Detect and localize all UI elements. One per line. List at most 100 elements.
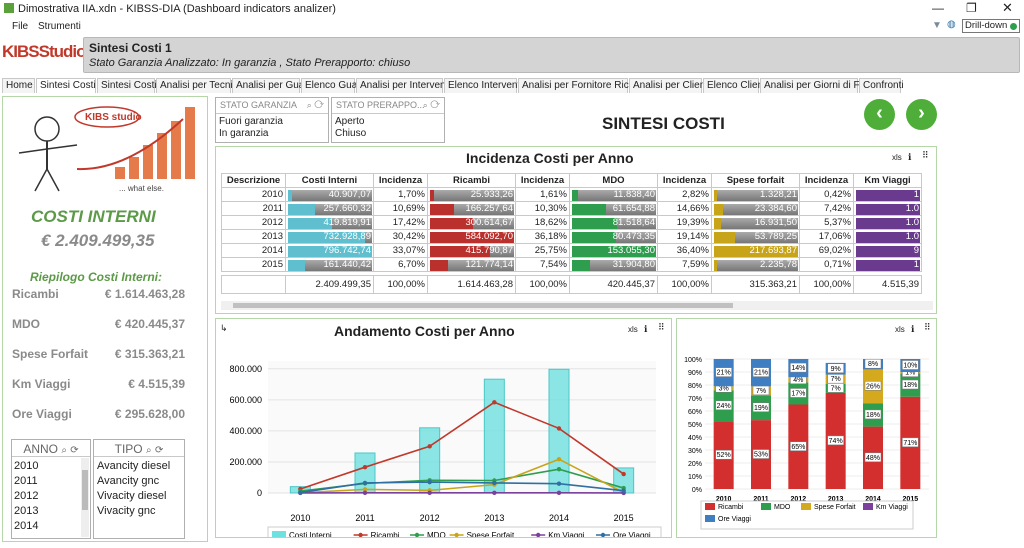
bar-value: 81.518,64 xyxy=(612,216,655,228)
refresh-icon: ⟳ xyxy=(154,445,164,456)
table-header[interactable]: Incidenza xyxy=(515,173,570,188)
tipo-item[interactable]: Avancity gnc xyxy=(97,474,181,489)
riepilogo-title: Riepilogo Costi Interni: xyxy=(30,270,162,284)
legend-label: Ore Viaggi xyxy=(718,516,751,523)
anno-list: 2010 2011 2012 2013 2014 xyxy=(12,457,90,536)
close-button[interactable]: ✕ xyxy=(1002,0,1013,16)
stato-prerapporto-filter[interactable]: STATO PRERAPPO... ⌕ ⟳ Aperto Chiuso xyxy=(331,97,445,143)
xls-export-button[interactable]: xls xyxy=(628,325,638,334)
xls-export-button[interactable]: xls xyxy=(895,325,905,334)
legend-swatch xyxy=(705,515,715,522)
menu-strumenti[interactable]: Strumenti xyxy=(38,21,81,32)
table-cell: 0,42% xyxy=(799,187,854,202)
tipo-item[interactable]: Vivacity gnc xyxy=(97,504,181,519)
tab-2[interactable]: Sintesi Costi 2 xyxy=(97,78,165,93)
xls-export-button[interactable]: xls xyxy=(892,153,902,162)
table-hscrollbar[interactable] xyxy=(221,301,933,310)
table-cell: 2,82% xyxy=(657,187,712,202)
y-tick-label: 100% xyxy=(684,357,702,364)
table-header[interactable]: Descrizione xyxy=(221,173,286,188)
tipo-filter[interactable]: TIPO ⌕ ⟳ Avancity diesel Avancity gnc Viva… xyxy=(93,439,185,539)
table-cell: 25.933,26 xyxy=(427,187,516,202)
tab-9[interactable]: Analisi per Cliente xyxy=(629,78,714,93)
anno-scrollbar[interactable] xyxy=(81,458,89,537)
anno-item[interactable]: 2010 xyxy=(14,459,88,474)
stacked-chart: 0%10%20%30%40%50%60%70%80%90%100%52%24%3… xyxy=(684,357,929,530)
anno-item[interactable]: 2012 xyxy=(14,489,88,504)
filter-icon[interactable]: ▼ xyxy=(932,20,942,31)
search-icon: ⌕ xyxy=(61,445,67,456)
next-page-button[interactable]: › xyxy=(906,99,937,130)
totals-row: 2.409.499,35 100,00% 1.614.463,28 100,00% 42… xyxy=(221,275,922,294)
bar-costi-interni xyxy=(483,378,505,494)
table-header[interactable]: Km Viaggi xyxy=(853,173,922,188)
info-icon[interactable]: ℹ xyxy=(908,152,911,163)
prev-page-button[interactable]: ‹ xyxy=(864,99,895,130)
tab-1[interactable]: Sintesi Costi 1 xyxy=(36,78,104,93)
drill-up-icon[interactable]: ↳ xyxy=(220,323,228,334)
bar-cell: 121.774,14 xyxy=(430,258,514,271)
segment-label: 10% xyxy=(903,363,917,370)
tab-7[interactable]: Elenco Interventi xyxy=(444,78,523,93)
bar-cell: 153.055,30 xyxy=(572,245,656,257)
main-title: SINTESI COSTI xyxy=(602,114,725,133)
prerapporto-item[interactable]: Chiuso xyxy=(335,128,441,140)
bar-costi-interni xyxy=(354,452,376,494)
table-header[interactable]: MDO xyxy=(569,173,658,188)
table-header[interactable]: Incidenza xyxy=(373,173,428,188)
garanzia-item[interactable]: In garanzia xyxy=(219,128,325,140)
table-cell: 732.928,89 xyxy=(285,229,374,244)
tab-11[interactable]: Analisi per Giorni di Fermo xyxy=(760,78,882,93)
bar-cell: 732.928,89 xyxy=(288,231,372,243)
y-tick-label: 70% xyxy=(688,396,702,403)
x-tick-label: 2015 xyxy=(903,496,919,503)
tipo-item[interactable]: Vivacity diesel xyxy=(97,489,181,504)
drag-handle-icon[interactable]: ⠿ xyxy=(922,150,929,161)
anno-item[interactable]: 2011 xyxy=(14,474,88,489)
segment-label: 8% xyxy=(868,361,878,368)
table-header[interactable]: Costi Interni xyxy=(285,173,374,188)
bar-value: 121.774,14 xyxy=(465,258,513,270)
tab-0[interactable]: Home xyxy=(2,78,35,93)
segment-label: 48% xyxy=(866,455,880,462)
table-cell: 7,42% xyxy=(799,201,854,216)
tab-6[interactable]: Analisi per Intervento xyxy=(356,78,454,93)
minimize-button[interactable]: — xyxy=(932,1,944,15)
tab-12[interactable]: Confronti xyxy=(859,78,904,93)
stato-garanzia-filter[interactable]: STATO GARANZIA ⌕ ⟳ Fuori garanzia In garan… xyxy=(215,97,329,143)
restore-button[interactable]: ❐ xyxy=(966,1,977,15)
table-cell: 31.904,80 xyxy=(569,257,658,272)
tab-4[interactable]: Analisi per Guasti xyxy=(232,78,314,93)
segment-label: 7% xyxy=(831,385,841,392)
table-header[interactable]: Incidenza xyxy=(799,173,854,188)
tab-10[interactable]: Elenco Clienti xyxy=(703,78,768,93)
tab-5[interactable]: Elenco Guasti xyxy=(301,78,367,93)
table-cell: 257.660,32 xyxy=(285,201,374,216)
prerapporto-item[interactable]: Aperto xyxy=(335,116,441,128)
anno-item[interactable]: 2013 xyxy=(14,504,88,519)
anno-item[interactable]: 2014 xyxy=(14,519,88,534)
drill-down-toggle[interactable]: Drill-down xyxy=(962,19,1020,33)
bar-value: 1.0 xyxy=(905,202,919,214)
table-header[interactable]: Incidenza xyxy=(657,173,712,188)
legend-marker xyxy=(358,532,363,537)
table-header[interactable]: Spese forfait xyxy=(711,173,800,188)
menu-file[interactable]: File xyxy=(12,21,28,32)
tipo-item[interactable]: Avancity diesel xyxy=(97,459,181,474)
tab-3[interactable]: Analisi per Tecnico xyxy=(156,78,243,93)
x-tick-label: 2012 xyxy=(420,513,440,523)
line-point xyxy=(556,456,562,462)
line-point xyxy=(492,400,497,405)
bar-value: 31.904,80 xyxy=(612,258,655,270)
bar-cell: 584.092,70 xyxy=(430,231,514,243)
garanzia-item[interactable]: Fuori garanzia xyxy=(219,116,325,128)
table-header[interactable]: Ricambi xyxy=(427,173,516,188)
anno-filter[interactable]: ANNO ⌕ ⟳ 2010 2011 2012 2013 2014 xyxy=(11,439,91,539)
drag-handle-icon[interactable]: ⠿ xyxy=(658,322,665,333)
bar-cell: 1 xyxy=(856,259,920,271)
drag-handle-icon[interactable]: ⠿ xyxy=(924,322,931,333)
tab-8[interactable]: Analisi per Fornitore Ricambi xyxy=(518,78,650,93)
info-icon[interactable]: ℹ xyxy=(911,324,914,335)
info-icon[interactable]: ℹ xyxy=(644,324,647,335)
globe-icon[interactable]: ◍ xyxy=(947,19,956,30)
